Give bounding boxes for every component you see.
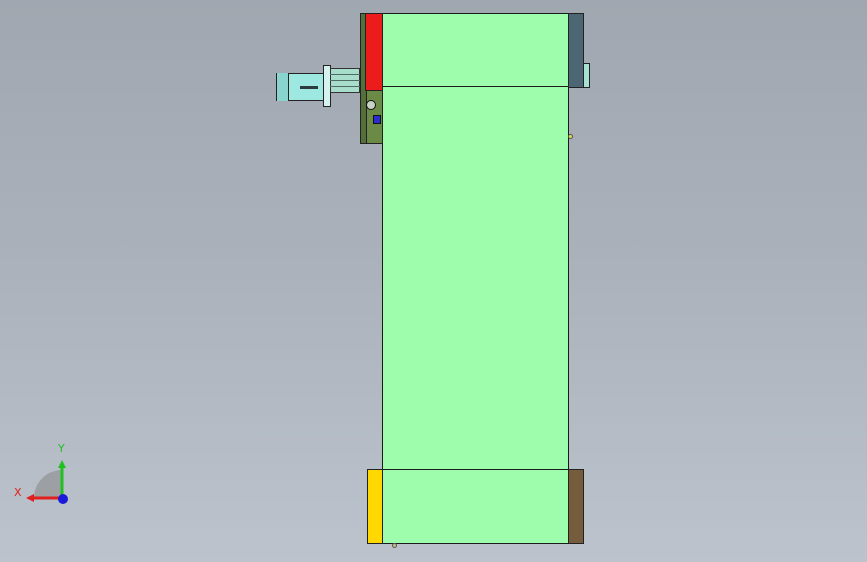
x-axis-label: X <box>14 486 22 499</box>
triad-plane-icon <box>34 470 62 498</box>
fastener-dot <box>392 543 397 548</box>
motor-nameplate <box>300 86 318 89</box>
x-axis-arrow-icon <box>26 494 34 502</box>
drive-end-section[interactable] <box>382 13 569 87</box>
sensor-block[interactable] <box>373 115 381 124</box>
triad-graphic <box>26 460 68 504</box>
drive-side-plate-right[interactable] <box>568 13 584 88</box>
y-axis-arrow-icon <box>58 460 66 468</box>
tension-knob[interactable] <box>366 100 376 110</box>
tail-side-plate-left[interactable] <box>367 469 383 544</box>
bearing-tab[interactable] <box>583 63 590 88</box>
coupling-line <box>330 86 360 87</box>
coupling-line <box>330 80 360 81</box>
coupling-line <box>330 74 360 75</box>
cad-viewport[interactable]: Y X <box>0 0 867 562</box>
tail-side-plate-right[interactable] <box>568 469 584 544</box>
motor-end-cap <box>277 73 289 101</box>
drive-side-plate[interactable] <box>365 13 383 91</box>
tail-end-section[interactable] <box>382 469 569 544</box>
fastener-dot <box>568 134 573 139</box>
y-axis-label: Y <box>58 442 65 455</box>
conveyor-belt[interactable] <box>382 13 569 544</box>
z-axis-icon <box>58 494 68 504</box>
coordinate-triad: Y X <box>14 442 84 510</box>
